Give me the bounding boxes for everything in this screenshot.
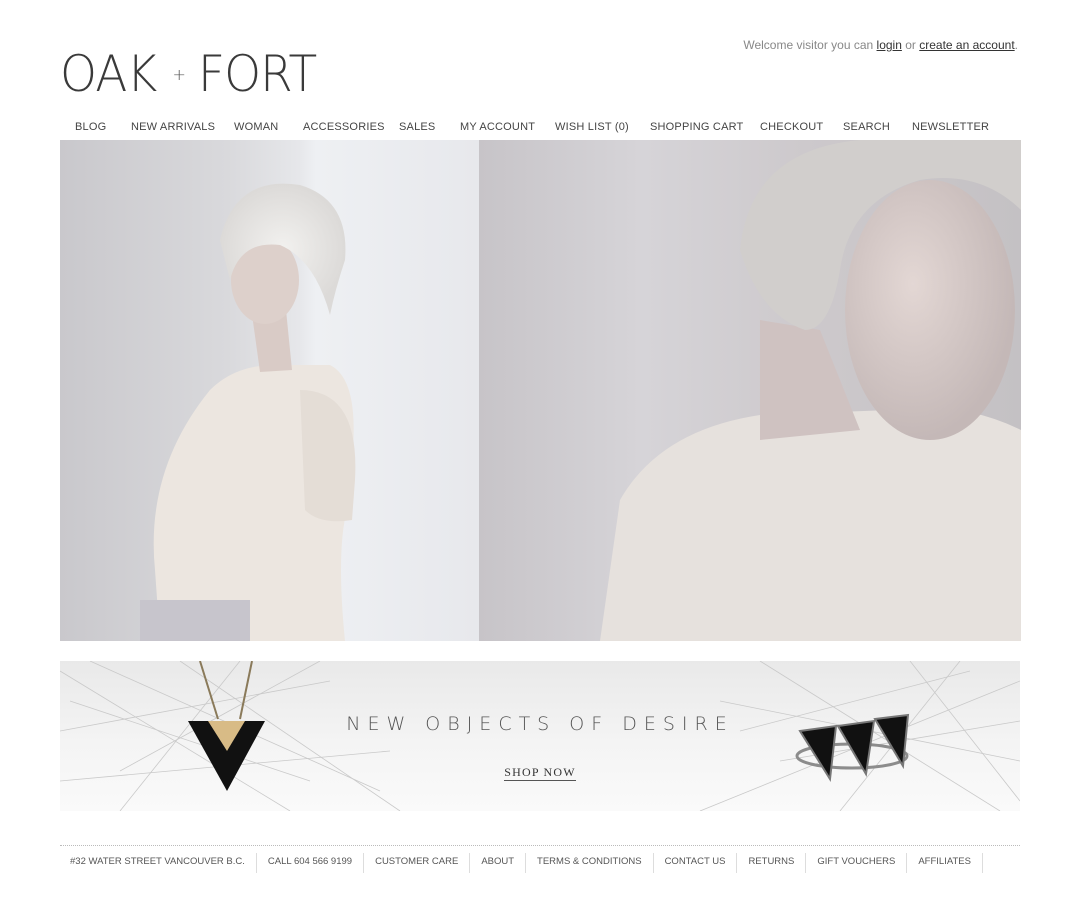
logo-plus: +: [172, 64, 186, 84]
nav-item-new-arrivals[interactable]: NEW ARRIVALS: [131, 121, 215, 133]
footer-link-returns[interactable]: RETURNS: [737, 853, 807, 873]
nav-item-my-account[interactable]: MY ACCOUNT: [460, 121, 535, 133]
promo-banner[interactable]: NEW OBJECTS OF DESIRE SHOP NOW: [60, 661, 1020, 811]
footer-phone[interactable]: CALL 604 566 9199: [257, 853, 365, 873]
welcome-period: .: [1014, 38, 1018, 52]
promo-title: NEW OBJECTS OF DESIRE: [346, 713, 734, 735]
hero-figures: [140, 140, 1021, 641]
welcome-text: Welcome visitor you can: [743, 38, 874, 52]
nav-item-newsletter[interactable]: NEWSLETTER: [912, 121, 989, 133]
or-text: or: [905, 38, 916, 52]
footer-link-about[interactable]: ABOUT: [470, 853, 527, 873]
footer-link-affiliates[interactable]: AFFILIATES: [907, 853, 983, 873]
nav-item-search[interactable]: SEARCH: [843, 121, 890, 133]
welcome-bar: Welcome visitor you can login or create …: [743, 38, 1018, 52]
shop-now-label[interactable]: SHOP NOW: [504, 765, 576, 781]
nav-item-accessories[interactable]: ACCESSORIES: [303, 121, 385, 133]
site-logo[interactable]: OAK + FORT: [60, 48, 324, 100]
nav-item-blog[interactable]: BLOG: [75, 121, 106, 133]
footer-link-contact[interactable]: CONTACT US: [654, 853, 738, 873]
create-account-link[interactable]: create an account: [919, 38, 1014, 52]
main-nav: BLOG NEW ARRIVALS WOMAN ACCESSORIES SALE…: [60, 121, 1021, 139]
promo-products: [188, 661, 910, 791]
left-model-trousers: [140, 600, 250, 641]
login-link[interactable]: login: [877, 38, 902, 52]
right-model-shirt: [600, 407, 1021, 641]
right-model-neck: [760, 320, 860, 440]
logo-word-fort: FORT: [197, 45, 317, 103]
footer-divider: [60, 845, 1020, 846]
nav-item-woman[interactable]: WOMAN: [234, 121, 278, 133]
logo-word-oak: OAK: [60, 45, 157, 103]
nav-item-shopping-cart[interactable]: SHOPPING CART: [650, 121, 743, 133]
right-model-face: [845, 180, 1015, 440]
nav-item-sales[interactable]: SALES: [399, 121, 435, 133]
footer-links: #32 WATER STREET VANCOUVER B.C. CALL 604…: [60, 853, 983, 873]
nav-item-wish-list[interactable]: WISH LIST (0): [555, 121, 629, 133]
footer-link-terms[interactable]: TERMS & CONDITIONS: [526, 853, 654, 873]
footer-link-gift-vouchers[interactable]: GIFT VOUCHERS: [806, 853, 908, 873]
hero-banner[interactable]: [60, 140, 1021, 641]
footer-link-customer-care[interactable]: CUSTOMER CARE: [364, 853, 471, 873]
nav-item-checkout[interactable]: CHECKOUT: [760, 121, 823, 133]
shop-now-link[interactable]: SHOP NOW: [60, 765, 1020, 781]
footer-address: #32 WATER STREET VANCOUVER B.C.: [60, 853, 257, 873]
